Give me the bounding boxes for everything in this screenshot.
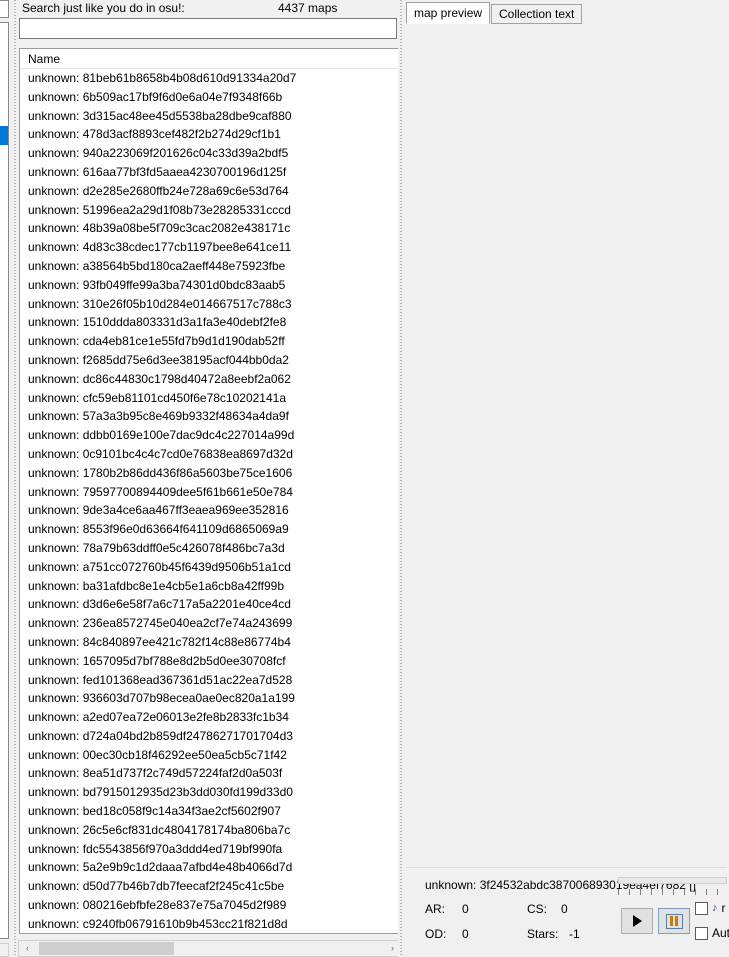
map-preview-canvas[interactable] xyxy=(406,24,727,860)
stars-value: -1 xyxy=(569,927,580,941)
list-item[interactable]: unknown: 616aa77bf3fd5aaea4230700196d125… xyxy=(20,162,402,182)
list-item[interactable]: unknown: c9240fb06791610b9b453cc21f821d8… xyxy=(20,914,402,933)
maps-pane: Search just like you do in osu!: 4437 ma… xyxy=(18,0,420,957)
left-strip-footer xyxy=(0,943,9,957)
list-item[interactable]: unknown: a38564b5bd180ca2aeff448e75923fb… xyxy=(20,256,402,276)
list-item[interactable]: unknown: 1657095d7bf788e8d2b5d0ee30708fc… xyxy=(20,651,402,671)
search-input[interactable] xyxy=(20,19,396,38)
auto-checkbox-row[interactable]: Aut xyxy=(695,926,729,940)
chevron-left-icon: ‹ xyxy=(26,943,29,953)
od-label: OD: xyxy=(425,927,447,941)
list-item[interactable]: unknown: 81beb61b8658b4b08d610d91334a20d… xyxy=(20,69,402,88)
list-item[interactable]: unknown: 26c5e6cf831dc4804178174ba806ba7… xyxy=(20,820,402,840)
list-item[interactable]: unknown: 3d315ac48ee45d5538ba28dbe9caf88… xyxy=(20,106,402,126)
list-item[interactable]: unknown: 93fb049ffe99a3ba74301d0bdc83aab… xyxy=(20,275,402,295)
playback-slider[interactable] xyxy=(618,877,727,884)
maps-list[interactable]: Name unknown: 81beb61b8658b4b08d610d9133… xyxy=(19,48,403,934)
list-item[interactable]: unknown: f2685dd75e6d3ee38195acf044bb0da… xyxy=(20,350,402,370)
list-item[interactable]: unknown: 6b509ac17bf9f6d0e6a04e7f9348f66… xyxy=(20,87,402,107)
list-item[interactable]: unknown: fdc5543856f970a3ddd4ed719bf990f… xyxy=(20,839,402,859)
list-item[interactable]: unknown: d724a04bd2b859df24786271701704d… xyxy=(20,726,402,746)
auto-checkbox[interactable] xyxy=(695,926,708,940)
list-item[interactable]: unknown: 00ec30cb18f46292ee50ea5cb5c71f4… xyxy=(20,745,402,765)
tab-map-preview-label: map preview xyxy=(414,6,483,20)
list-item[interactable]: unknown: a2ed07ea72e06013e2fe8b2833fc1b3… xyxy=(20,708,402,727)
list-item[interactable]: unknown: 9de3a4ce6aa467ff3eaea969ee35281… xyxy=(20,501,402,521)
auto-checkbox-label: Aut xyxy=(712,926,729,940)
list-item[interactable]: unknown: 8ea51d737f2c749d57224faf2d0a503… xyxy=(20,764,402,784)
search-label: Search just like you do in osu!: xyxy=(22,1,185,15)
list-item[interactable]: unknown: 478d3acf8893cef482f2b274d29cf1b… xyxy=(20,125,402,145)
ar-label: AR: xyxy=(425,902,446,916)
maps-count-label: 4437 maps xyxy=(278,1,338,15)
left-collections-list[interactable] xyxy=(0,22,9,939)
list-item[interactable]: unknown: 936603d707b98ecea0ae0ec820a1a19… xyxy=(20,689,402,709)
list-item[interactable]: unknown: bed18c058f9c14a34f3ae2cf5602f90… xyxy=(20,802,402,821)
list-item[interactable]: unknown: 940a223069f201626c04c33d39a2bdf… xyxy=(20,144,402,163)
app-window: Search just like you do in osu!: 4437 ma… xyxy=(0,0,729,957)
list-item[interactable]: unknown: 1780b2b86dd436f86a5603be75ce160… xyxy=(20,463,402,483)
chevron-right-icon: › xyxy=(391,943,394,953)
search-header: Search just like you do in osu!: 4437 ma… xyxy=(18,0,398,17)
music-note-icon: ♪ xyxy=(712,902,718,914)
play-button[interactable] xyxy=(621,908,653,934)
list-item[interactable]: unknown: 5a2e9b9c1d2daaa7afbd4e48b4066d7… xyxy=(20,858,402,878)
play-icon xyxy=(632,915,642,927)
tab-collection-text[interactable]: Collection text xyxy=(491,4,583,24)
ar-value: 0 xyxy=(462,902,469,916)
list-item[interactable]: unknown: cda4eb81ce1e55fd7b9d1d190dab52f… xyxy=(20,332,402,351)
list-item[interactable]: unknown: ba31afdbc8e1e4cb5e1a6cb8a42ff99… xyxy=(20,576,402,596)
list-item[interactable]: unknown: 8553f96e0d63664f641109d6865069a… xyxy=(20,520,402,539)
list-item[interactable]: unknown: 57a3a3b95c8e469b9332f48634a4da9… xyxy=(20,407,402,427)
cs-value: 0 xyxy=(561,902,568,916)
list-item[interactable]: unknown: 236ea8572745e040ea2cf7e74a24369… xyxy=(20,614,402,633)
list-item[interactable]: unknown: 79597700894409dee5f61b661e50e78… xyxy=(20,482,402,502)
map-info-panel: unknown: 3f24532abdc387006893019ea4ef768… xyxy=(406,867,729,957)
horizontal-scrollbar-thumb[interactable] xyxy=(39,942,174,955)
music-checkbox-label: r xyxy=(721,901,726,915)
list-item[interactable]: unknown: 48b39a08be5f709c3cac2082e438171… xyxy=(20,219,402,239)
list-item[interactable]: unknown: a751cc072760b45f6439d9506b51a1c… xyxy=(20,557,402,577)
pause-icon xyxy=(665,913,683,929)
cs-label: CS: xyxy=(527,902,548,916)
pause-button[interactable] xyxy=(658,908,690,934)
left-collections-strip[interactable] xyxy=(0,0,12,957)
list-item[interactable]: unknown: dc86c44830c1798d40472a8eebf2a06… xyxy=(20,369,402,389)
search-box[interactable] xyxy=(19,18,397,39)
tab-map-preview[interactable]: map preview xyxy=(406,2,491,24)
tab-collection-text-label: Collection text xyxy=(499,7,575,21)
maps-list-header[interactable]: Name xyxy=(20,49,402,69)
left-strip-toolbar xyxy=(0,0,9,18)
list-item[interactable]: unknown: d2e285e2680ffb24e728a69c6e53d76… xyxy=(20,181,402,201)
list-item[interactable]: unknown: d50d77b46b7db7feecaf2f245c41c5b… xyxy=(20,877,402,897)
preview-tabstrip: map preview Collection text xyxy=(406,2,727,26)
list-item[interactable]: unknown: 1510ddda803331d3a1fa3e40debf2fe… xyxy=(20,313,402,333)
list-item[interactable]: unknown: bd7915012935d23b3dd030fd199d33d… xyxy=(20,783,402,803)
scroll-left-button[interactable]: ‹ xyxy=(19,941,36,956)
list-item[interactable]: unknown: d3d6e6e58f7a6c717a5a2201e40ce4c… xyxy=(20,595,402,615)
music-checkbox-row[interactable]: ♪ r xyxy=(695,901,726,915)
preview-pane: map preview Collection text unknown: 3f2… xyxy=(404,0,729,957)
maps-list-horizontal-scrollbar[interactable]: ‹ › xyxy=(18,940,402,957)
list-item[interactable]: unknown: fed101368ead367361d51ac22ea7d52… xyxy=(20,670,402,690)
maps-list-rows[interactable]: unknown: 81beb61b8658b4b08d610d91334a20d… xyxy=(20,69,402,933)
list-item[interactable]: unknown: 4d83c38cdec177cb1197bee8e641ce1… xyxy=(20,238,402,257)
list-item[interactable]: unknown: 0c9101bc4c4c7cd0e76838ea8697d32… xyxy=(20,444,402,464)
column-header-name[interactable]: Name xyxy=(28,52,60,66)
list-item[interactable]: unknown: 310e26f05b10d284e014667517c788c… xyxy=(20,294,402,314)
list-item[interactable]: unknown: 78a79b63ddff0e5c426078f486bc7a3… xyxy=(20,538,402,558)
list-item[interactable]: unknown: cfc59eb81101cd450f6e78c10202141… xyxy=(20,388,402,408)
playback-slider-ticks xyxy=(618,889,727,895)
list-item[interactable]: unknown: 080216ebfbfe28e837e75a7045d2f98… xyxy=(20,896,402,915)
list-item[interactable]: unknown: ddbb0169e100e7dac9dc4c227014a99… xyxy=(20,426,402,445)
list-item[interactable]: unknown: 51996ea2a29d1f08b73e28285331ccc… xyxy=(20,200,402,220)
od-value: 0 xyxy=(462,927,469,941)
stars-label: Stars: xyxy=(527,927,559,941)
music-checkbox[interactable] xyxy=(695,901,708,915)
list-item[interactable]: unknown: 84c840897ee421c782f14c88e86774b… xyxy=(20,632,402,652)
left-collections-selected-item[interactable] xyxy=(0,126,8,145)
